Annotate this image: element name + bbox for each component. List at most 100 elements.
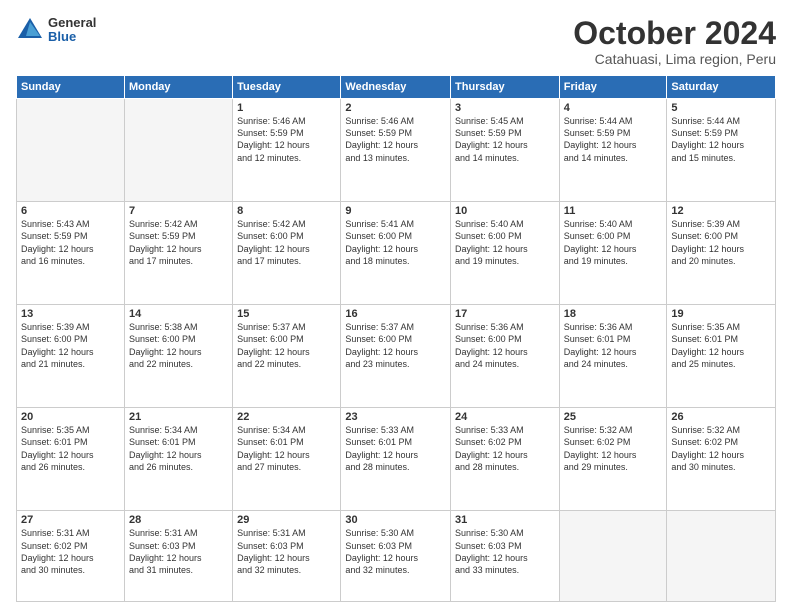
calendar-cell: 26Sunrise: 5:32 AM Sunset: 6:02 PM Dayli… xyxy=(667,408,776,511)
day-info: Sunrise: 5:46 AM Sunset: 5:59 PM Dayligh… xyxy=(345,115,446,164)
calendar-cell: 3Sunrise: 5:45 AM Sunset: 5:59 PM Daylig… xyxy=(451,99,560,202)
day-info: Sunrise: 5:40 AM Sunset: 6:00 PM Dayligh… xyxy=(564,218,663,267)
calendar-cell: 14Sunrise: 5:38 AM Sunset: 6:00 PM Dayli… xyxy=(124,305,232,408)
day-number: 24 xyxy=(455,411,555,423)
day-info: Sunrise: 5:36 AM Sunset: 6:00 PM Dayligh… xyxy=(455,321,555,370)
day-info: Sunrise: 5:32 AM Sunset: 6:02 PM Dayligh… xyxy=(671,424,771,473)
day-number: 5 xyxy=(671,102,771,114)
logo-general-text: General xyxy=(48,16,96,30)
day-number: 4 xyxy=(564,102,663,114)
day-number: 23 xyxy=(345,411,446,423)
day-number: 3 xyxy=(455,102,555,114)
logo-text: General Blue xyxy=(48,16,96,45)
day-info: Sunrise: 5:46 AM Sunset: 5:59 PM Dayligh… xyxy=(237,115,336,164)
day-number: 11 xyxy=(564,205,663,217)
day-number: 19 xyxy=(671,308,771,320)
calendar-cell: 18Sunrise: 5:36 AM Sunset: 6:01 PM Dayli… xyxy=(559,305,667,408)
day-number: 29 xyxy=(237,514,336,526)
calendar-cell: 31Sunrise: 5:30 AM Sunset: 6:03 PM Dayli… xyxy=(451,511,560,602)
day-number: 2 xyxy=(345,102,446,114)
day-info: Sunrise: 5:42 AM Sunset: 5:59 PM Dayligh… xyxy=(129,218,228,267)
day-number: 16 xyxy=(345,308,446,320)
calendar-cell: 8Sunrise: 5:42 AM Sunset: 6:00 PM Daylig… xyxy=(233,202,341,305)
calendar-cell xyxy=(124,99,232,202)
day-info: Sunrise: 5:30 AM Sunset: 6:03 PM Dayligh… xyxy=(455,527,555,576)
day-header-monday: Monday xyxy=(124,76,232,99)
week-row-5: 27Sunrise: 5:31 AM Sunset: 6:02 PM Dayli… xyxy=(17,511,776,602)
day-number: 20 xyxy=(21,411,120,423)
day-header-friday: Friday xyxy=(559,76,667,99)
week-row-3: 13Sunrise: 5:39 AM Sunset: 6:00 PM Dayli… xyxy=(17,305,776,408)
week-row-2: 6Sunrise: 5:43 AM Sunset: 5:59 PM Daylig… xyxy=(17,202,776,305)
calendar-cell: 29Sunrise: 5:31 AM Sunset: 6:03 PM Dayli… xyxy=(233,511,341,602)
day-info: Sunrise: 5:43 AM Sunset: 5:59 PM Dayligh… xyxy=(21,218,120,267)
calendar-cell: 6Sunrise: 5:43 AM Sunset: 5:59 PM Daylig… xyxy=(17,202,125,305)
day-info: Sunrise: 5:39 AM Sunset: 6:00 PM Dayligh… xyxy=(671,218,771,267)
title-block: October 2024 Catahuasi, Lima region, Per… xyxy=(573,16,776,67)
day-number: 21 xyxy=(129,411,228,423)
calendar-cell: 10Sunrise: 5:40 AM Sunset: 6:00 PM Dayli… xyxy=(451,202,560,305)
day-header-sunday: Sunday xyxy=(17,76,125,99)
day-header-saturday: Saturday xyxy=(667,76,776,99)
day-header-wednesday: Wednesday xyxy=(341,76,451,99)
day-number: 13 xyxy=(21,308,120,320)
calendar-cell: 30Sunrise: 5:30 AM Sunset: 6:03 PM Dayli… xyxy=(341,511,451,602)
day-number: 9 xyxy=(345,205,446,217)
day-info: Sunrise: 5:35 AM Sunset: 6:01 PM Dayligh… xyxy=(671,321,771,370)
day-number: 6 xyxy=(21,205,120,217)
day-header-tuesday: Tuesday xyxy=(233,76,341,99)
calendar-cell: 27Sunrise: 5:31 AM Sunset: 6:02 PM Dayli… xyxy=(17,511,125,602)
calendar-cell: 24Sunrise: 5:33 AM Sunset: 6:02 PM Dayli… xyxy=(451,408,560,511)
calendar-cell xyxy=(667,511,776,602)
page: General Blue October 2024 Catahuasi, Lim… xyxy=(0,0,792,612)
day-number: 27 xyxy=(21,514,120,526)
day-info: Sunrise: 5:36 AM Sunset: 6:01 PM Dayligh… xyxy=(564,321,663,370)
day-number: 22 xyxy=(237,411,336,423)
day-number: 1 xyxy=(237,102,336,114)
day-number: 17 xyxy=(455,308,555,320)
day-number: 7 xyxy=(129,205,228,217)
main-title: October 2024 xyxy=(573,16,776,51)
day-number: 18 xyxy=(564,308,663,320)
day-number: 12 xyxy=(671,205,771,217)
logo-blue-text: Blue xyxy=(48,30,96,44)
calendar-cell: 22Sunrise: 5:34 AM Sunset: 6:01 PM Dayli… xyxy=(233,408,341,511)
day-number: 25 xyxy=(564,411,663,423)
calendar-cell: 20Sunrise: 5:35 AM Sunset: 6:01 PM Dayli… xyxy=(17,408,125,511)
day-info: Sunrise: 5:42 AM Sunset: 6:00 PM Dayligh… xyxy=(237,218,336,267)
day-info: Sunrise: 5:39 AM Sunset: 6:00 PM Dayligh… xyxy=(21,321,120,370)
calendar-cell: 11Sunrise: 5:40 AM Sunset: 6:00 PM Dayli… xyxy=(559,202,667,305)
day-header-thursday: Thursday xyxy=(451,76,560,99)
day-info: Sunrise: 5:31 AM Sunset: 6:03 PM Dayligh… xyxy=(237,527,336,576)
calendar-cell: 16Sunrise: 5:37 AM Sunset: 6:00 PM Dayli… xyxy=(341,305,451,408)
calendar-cell: 15Sunrise: 5:37 AM Sunset: 6:00 PM Dayli… xyxy=(233,305,341,408)
day-info: Sunrise: 5:45 AM Sunset: 5:59 PM Dayligh… xyxy=(455,115,555,164)
day-info: Sunrise: 5:35 AM Sunset: 6:01 PM Dayligh… xyxy=(21,424,120,473)
calendar-cell: 7Sunrise: 5:42 AM Sunset: 5:59 PM Daylig… xyxy=(124,202,232,305)
day-info: Sunrise: 5:40 AM Sunset: 6:00 PM Dayligh… xyxy=(455,218,555,267)
header-row: SundayMondayTuesdayWednesdayThursdayFrid… xyxy=(17,76,776,99)
calendar-cell: 9Sunrise: 5:41 AM Sunset: 6:00 PM Daylig… xyxy=(341,202,451,305)
calendar-cell: 4Sunrise: 5:44 AM Sunset: 5:59 PM Daylig… xyxy=(559,99,667,202)
day-number: 10 xyxy=(455,205,555,217)
day-info: Sunrise: 5:33 AM Sunset: 6:02 PM Dayligh… xyxy=(455,424,555,473)
day-number: 15 xyxy=(237,308,336,320)
day-info: Sunrise: 5:30 AM Sunset: 6:03 PM Dayligh… xyxy=(345,527,446,576)
calendar-cell: 13Sunrise: 5:39 AM Sunset: 6:00 PM Dayli… xyxy=(17,305,125,408)
day-info: Sunrise: 5:38 AM Sunset: 6:00 PM Dayligh… xyxy=(129,321,228,370)
day-number: 26 xyxy=(671,411,771,423)
calendar-cell: 28Sunrise: 5:31 AM Sunset: 6:03 PM Dayli… xyxy=(124,511,232,602)
day-info: Sunrise: 5:41 AM Sunset: 6:00 PM Dayligh… xyxy=(345,218,446,267)
calendar-header: SundayMondayTuesdayWednesdayThursdayFrid… xyxy=(17,76,776,99)
calendar-cell: 21Sunrise: 5:34 AM Sunset: 6:01 PM Dayli… xyxy=(124,408,232,511)
day-number: 28 xyxy=(129,514,228,526)
calendar-cell xyxy=(559,511,667,602)
calendar-cell: 5Sunrise: 5:44 AM Sunset: 5:59 PM Daylig… xyxy=(667,99,776,202)
calendar-table: SundayMondayTuesdayWednesdayThursdayFrid… xyxy=(16,75,776,602)
day-number: 8 xyxy=(237,205,336,217)
calendar-cell: 2Sunrise: 5:46 AM Sunset: 5:59 PM Daylig… xyxy=(341,99,451,202)
day-number: 31 xyxy=(455,514,555,526)
day-number: 30 xyxy=(345,514,446,526)
day-info: Sunrise: 5:33 AM Sunset: 6:01 PM Dayligh… xyxy=(345,424,446,473)
day-info: Sunrise: 5:32 AM Sunset: 6:02 PM Dayligh… xyxy=(564,424,663,473)
